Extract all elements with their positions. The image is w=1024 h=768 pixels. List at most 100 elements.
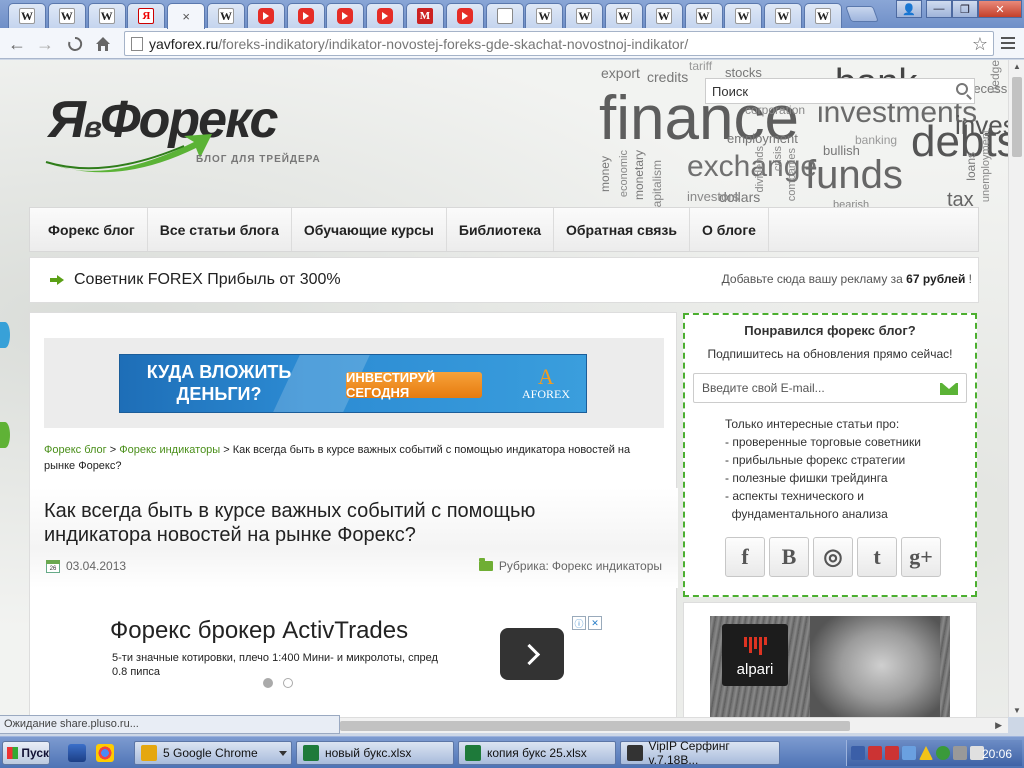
taskbar-button[interactable]: копия букс 25.xlsx <box>458 741 616 765</box>
breadcrumb-link[interactable]: Форекс индикаторы <box>119 444 220 456</box>
subscribe-benefits: Только интересные статьи про: - проверенн… <box>725 415 921 523</box>
network-error-icon[interactable] <box>885 746 899 760</box>
close-window-button[interactable]: ✕ <box>978 0 1022 18</box>
rss-icon[interactable]: ◎ <box>813 537 853 577</box>
mail-icon[interactable] <box>940 383 958 395</box>
stop-loading-icon[interactable] <box>64 33 86 55</box>
banner-cta[interactable]: ИНВЕСТИРУЙ СЕГОДНЯ <box>346 370 482 400</box>
alpari-banner[interactable]: alpari <box>710 616 950 717</box>
user-icon[interactable]: 👤 <box>896 0 922 18</box>
taskbar-button[interactable]: VipIP Серфинг v.7.18В... <box>620 739 780 767</box>
taskbar-button[interactable]: 5 Google Chrome <box>134 741 292 765</box>
horizontal-scrollbar[interactable]: ▶ <box>340 717 1008 733</box>
browser-tab[interactable]: W <box>47 3 86 28</box>
browser-tab[interactable]: W <box>207 3 245 28</box>
browser-tab[interactable]: W <box>644 3 683 28</box>
close-icon[interactable]: × <box>182 9 190 24</box>
search-input[interactable]: Поиск <box>705 78 975 104</box>
browser-tab[interactable] <box>286 3 325 28</box>
browser-tab[interactable]: W <box>525 3 564 28</box>
bookmark-star-icon[interactable]: ☆ <box>972 34 988 55</box>
browser-tab[interactable]: W <box>724 3 763 28</box>
subscribe-widget: Понравился форекс блог? Подпишитесь на о… <box>683 313 977 597</box>
ad-pager-dot[interactable] <box>263 678 273 688</box>
aforex-banner[interactable]: КУДА ВЛОЖИТЬ ДЕНЬГИ? ИНВЕСТИРУЙ СЕГОДНЯ … <box>119 354 587 413</box>
settings-icon[interactable] <box>953 746 967 760</box>
nav-item[interactable]: Обратная связь <box>554 208 690 251</box>
home-button[interactable] <box>92 33 114 55</box>
ad-choices[interactable]: ⓘ ✕ <box>572 616 602 630</box>
browser-tab[interactable]: W <box>87 3 126 28</box>
scrollbar-thumb[interactable] <box>1012 77 1022 157</box>
breadcrumb-link[interactable]: Форекс блог <box>44 444 107 456</box>
clock[interactable]: 20:06 <box>982 747 1012 761</box>
warning-icon[interactable] <box>919 746 933 760</box>
start-button[interactable]: Пуск <box>2 741 50 765</box>
monitor-icon[interactable] <box>902 746 916 760</box>
browser-tab[interactable] <box>246 3 285 28</box>
ad-offer-text[interactable]: Добавьте сюда вашу рекламу за 67 рублей … <box>722 272 972 286</box>
address-bar[interactable]: yavforex.ru/foreks-indikatory/indikator-… <box>124 31 994 56</box>
show-desktop-icon[interactable] <box>68 744 86 762</box>
nav-item[interactable]: О блоге <box>690 208 769 251</box>
ad-offer-price: 67 рублей <box>906 272 966 286</box>
network-error-icon[interactable] <box>868 746 882 760</box>
browser-tab[interactable] <box>366 3 405 28</box>
scroll-up-icon[interactable]: ▲ <box>1013 62 1021 71</box>
word-cloud-word: monetary <box>632 150 646 201</box>
vertical-scrollbar[interactable]: ▲ ▼ <box>1008 60 1024 717</box>
network-icon[interactable] <box>851 746 865 760</box>
site-logo[interactable]: ЯвФорекс БЛОГ ДЛЯ ТРЕЙДЕРА <box>44 78 344 178</box>
browser-tab[interactable]: Я <box>127 3 166 28</box>
browser-tab[interactable]: W <box>565 3 604 28</box>
scroll-down-icon[interactable]: ▼ <box>1013 706 1021 715</box>
nav-item[interactable]: Библиотека <box>447 208 554 251</box>
browser-tab[interactable]: W <box>804 3 842 28</box>
ad-close-icon[interactable]: ✕ <box>588 616 602 630</box>
horizontal-scrollbar-thumb[interactable] <box>340 721 850 731</box>
minimize-button[interactable]: — <box>926 0 952 18</box>
browser-tab[interactable]: W <box>764 3 803 28</box>
decor-icon <box>0 322 10 348</box>
browser-tab[interactable] <box>445 3 484 28</box>
browser-tab[interactable]: W <box>684 3 723 28</box>
banner-portrait <box>810 616 940 717</box>
security-icon[interactable] <box>936 746 950 760</box>
browser-tab[interactable]: W <box>8 3 46 28</box>
chrome-menu-button[interactable] <box>998 34 1018 52</box>
google-ad-headline[interactable]: Форекс брокер ActivTrades <box>110 617 408 645</box>
browser-tab[interactable] <box>326 3 365 28</box>
new-tab-button[interactable] <box>845 6 879 22</box>
chevron-down-icon[interactable] <box>279 751 287 756</box>
word-cloud-word: export <box>601 65 640 81</box>
twitter-icon[interactable]: t <box>857 537 897 577</box>
restore-button[interactable]: ❐ <box>952 0 978 18</box>
google-ad[interactable]: Форекс брокер ActivTrades 5-ти значные к… <box>110 613 610 693</box>
alpari-ad[interactable]: alpari <box>683 602 977 717</box>
forward-button[interactable]: → <box>34 33 56 55</box>
email-field[interactable]: Введите свой E-mail... <box>693 373 967 403</box>
ad-pager-dot[interactable] <box>283 678 293 688</box>
facebook-icon[interactable]: f <box>725 537 765 577</box>
word-cloud-word: bullish <box>823 143 860 158</box>
browser-tab[interactable] <box>485 3 524 28</box>
google-ad-arrow-button[interactable] <box>500 628 564 680</box>
chrome-quicklaunch-icon[interactable] <box>96 744 114 762</box>
browser-tab[interactable]: × <box>167 3 206 29</box>
back-button[interactable]: ← <box>6 33 28 55</box>
search-icon[interactable] <box>956 83 968 95</box>
logo-swoosh-icon <box>45 134 212 173</box>
browser-tab[interactable]: M <box>406 3 444 28</box>
promo-link[interactable]: Советник FOREX Прибыль от 300% <box>74 271 341 289</box>
category-link[interactable]: Форекс индикаторы <box>552 559 662 573</box>
ad-info-icon[interactable]: ⓘ <box>572 616 586 630</box>
taskbar-button[interactable]: новый букс.xlsx <box>296 741 454 765</box>
nav-item[interactable]: Обучающие курсы <box>292 208 447 251</box>
benefit-item: Только интересные статьи про: <box>725 417 900 431</box>
google-plus-icon[interactable]: g+ <box>901 537 941 577</box>
browser-tab[interactable]: W <box>605 3 643 28</box>
vkontakte-icon[interactable]: B <box>769 537 809 577</box>
nav-item[interactable]: Все статьи блога <box>148 208 292 251</box>
nav-item[interactable]: Форекс блог <box>30 208 148 251</box>
scroll-right-icon[interactable]: ▶ <box>995 720 1002 731</box>
